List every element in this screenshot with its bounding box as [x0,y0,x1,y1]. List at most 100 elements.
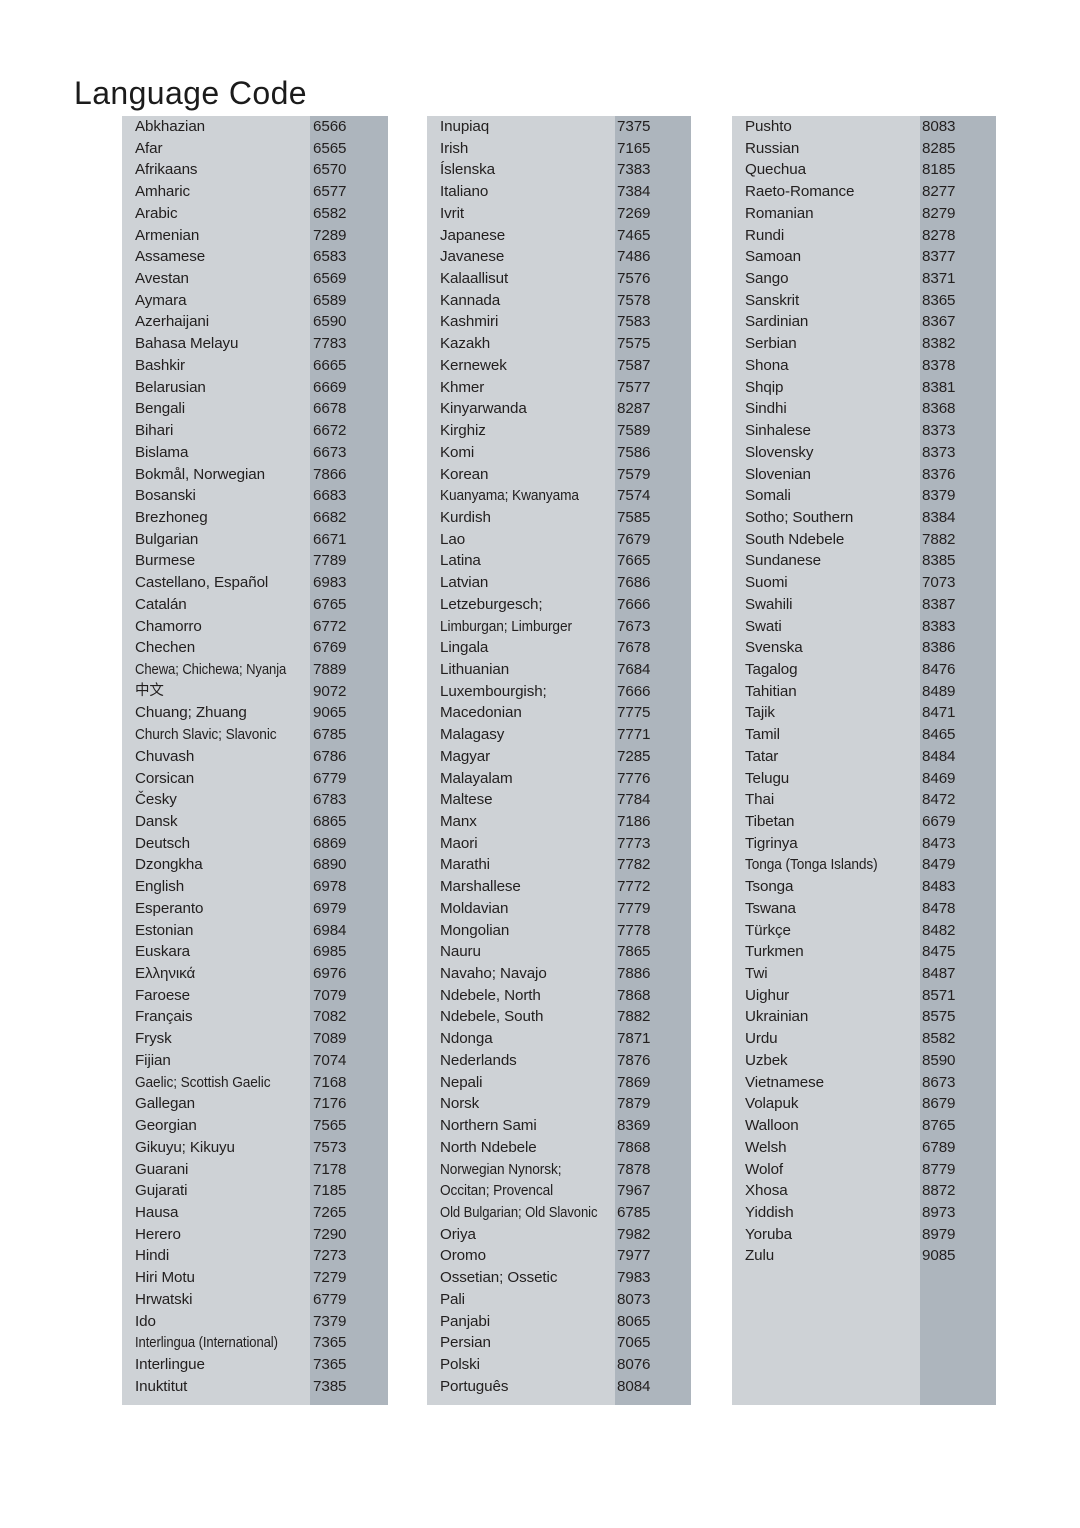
language-name: Bahasa Melayu [135,335,239,353]
table-row: Tibetan 6679 [732,811,996,833]
language-code-value: 7772 [617,878,651,896]
table-row: Persian 7065 [427,1332,691,1354]
table-row: Sinhalese 8373 [732,420,996,442]
language-name: Bokmål, Norwegian [135,465,265,483]
language-code-value: 7176 [313,1095,347,1113]
table-row: Tajik 8471 [732,702,996,724]
language-code-value: 8287 [617,400,651,418]
language-code-value: 7879 [617,1095,651,1113]
language-code-page: Language Code Abkhazian 6566 Afar 6565 Afrik… [0,0,1080,1528]
table-row: Uzbek 8590 [732,1050,996,1072]
table-row: Marshallese 7772 [427,876,691,898]
language-name: Turkmen [745,943,804,961]
language-code-value: 7165 [617,139,651,157]
table-row: Pushto 8083 [732,116,996,138]
table-row: Aymara 6589 [122,290,388,312]
language-name: Sanskrit [745,291,800,309]
language-code-value: 8376 [922,465,956,483]
table-row: Abkhazian 6566 [122,116,388,138]
language-name: Samoan [745,248,801,266]
table-row: Burmese 7789 [122,550,388,572]
language-name: Hrwatski [135,1290,193,1308]
table-row: Bislama 6673 [122,442,388,464]
table-row: Interlingue 7365 [122,1354,388,1376]
language-name: North Ndebele [440,1138,537,1156]
language-name: Uzbek [745,1051,788,1069]
table-row: Sango 8371 [732,268,996,290]
language-name: Northern Sami [440,1117,537,1135]
table-row: Yiddish 8973 [732,1202,996,1224]
language-code-value: 7665 [617,552,651,570]
language-code-value: 6983 [313,574,347,592]
language-name: Twi [745,965,768,983]
table-row: Amharic 6577 [122,181,388,203]
language-name: Hindi [135,1247,170,1265]
language-code-value: 7878 [617,1160,651,1178]
language-code-value: 8473 [922,834,956,852]
table-row: Urdu 8582 [732,1028,996,1050]
language-code-value: 6985 [313,943,347,961]
language-name: Inuktitut [135,1377,188,1395]
language-name: Kinyarwanda [440,400,527,418]
language-code-value: 7065 [617,1334,651,1352]
language-name: Pali [440,1290,465,1308]
language-code-value: 7865 [617,943,651,961]
table-row: Tamil 8465 [732,724,996,746]
table-row: Česky 6783 [122,789,388,811]
language-code-value: 6765 [313,595,347,613]
language-name: Corsican [135,769,195,787]
language-name: Ndebele, North [440,986,541,1004]
table-row: Ukrainian 8575 [732,1006,996,1028]
language-code-value: 7778 [617,921,651,939]
language-name: Assamese [135,248,206,266]
language-code-value: 7583 [617,313,651,331]
language-code-value: 8765 [922,1117,956,1135]
language-code-value: 6976 [313,965,347,983]
language-code-value: 8472 [922,791,956,809]
table-row: Old Bulgarian; Old Slavonic 6785 [427,1202,691,1224]
language-name: Kurdish [440,508,491,526]
table-row: Kinyarwanda 8287 [427,398,691,420]
language-name: Polski [440,1355,480,1373]
language-name: Swati [745,617,782,635]
table-row: Inuktitut 7385 [122,1376,388,1398]
table-row: Twi 8487 [732,963,996,985]
language-name: Guarani [135,1160,189,1178]
language-name: Macedonian [440,704,522,722]
table-row: Navaho; Navajo 7886 [427,963,691,985]
language-code-value: 7876 [617,1051,651,1069]
language-code-value: 7383 [617,161,651,179]
language-name: Bislama [135,443,189,461]
table-row: Slovensky 8373 [732,442,996,464]
table-row: Swahili 8387 [732,594,996,616]
language-code-value: 6682 [313,508,347,526]
language-name: Lao [440,530,466,548]
language-name: Georgian [135,1117,197,1135]
language-code-value: 8479 [922,856,956,874]
language-code-value: 7579 [617,465,651,483]
table-row: Tswana 8478 [732,898,996,920]
language-name: Gallegan [135,1095,195,1113]
language-name: Fijian [135,1051,171,1069]
language-code-value: 8279 [922,204,956,222]
language-code-value: 7486 [617,248,651,266]
table-row: Italiano 7384 [427,181,691,203]
language-code-value: 8469 [922,769,956,787]
table-row: Hindi 7273 [122,1245,388,1267]
table-row: Bengali 6678 [122,398,388,420]
language-code-value: 7365 [313,1355,347,1373]
language-code-value: 8673 [922,1073,956,1091]
language-code-value: 7889 [313,660,347,678]
language-name: Afar [135,139,163,157]
language-name: Javanese [440,248,505,266]
language-name: Kannada [440,291,501,309]
language-code-value: 7574 [617,487,651,505]
language-name: Chuvash [135,747,195,765]
language-name: Interlingue [135,1355,205,1373]
language-code-value: 6683 [313,487,347,505]
language-name: Mongolian [440,921,510,939]
language-code-value: 6865 [313,813,347,830]
table-row: Azerhaijani 6590 [122,311,388,333]
language-name: Rundi [745,226,785,244]
table-row: English 6978 [122,876,388,898]
